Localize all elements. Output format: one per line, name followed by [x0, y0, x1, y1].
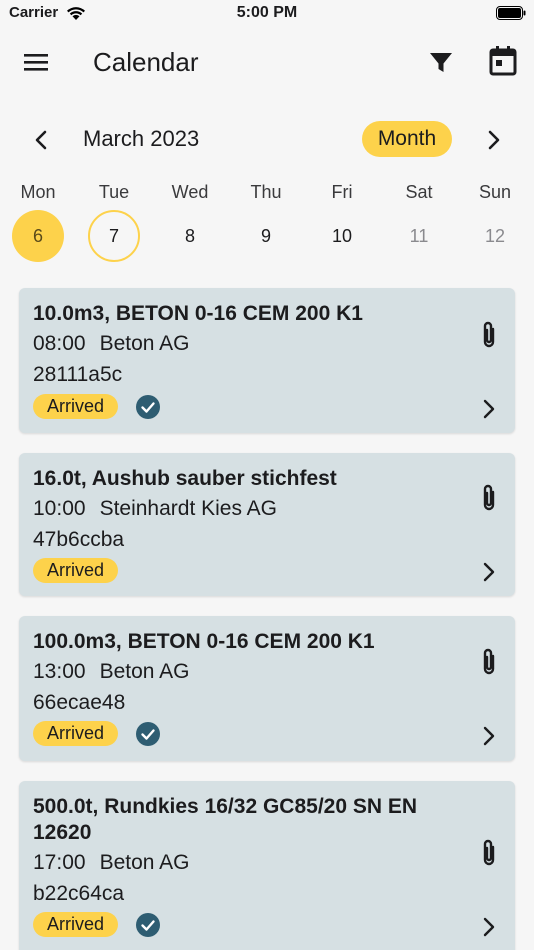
delivery-time: 13:00 [33, 660, 86, 683]
delivery-time-supplier: 08:00 Beton AG [33, 332, 189, 356]
delivery-title: 10.0m3, BETON 0-16 CEM 200 K1 [33, 302, 363, 325]
delivery-card[interactable]: 100.0m3, BETON 0-16 CEM 200 K1 13:00 Beto… [19, 616, 515, 761]
delivery-time: 17:00 [33, 851, 86, 874]
status-badge: Arrived [33, 912, 119, 937]
page-title: Calendar [93, 47, 199, 77]
calendar-icon[interactable] [487, 44, 519, 78]
status-badge: Arrived [33, 558, 119, 583]
day-column[interactable]: Thu 9 [228, 178, 304, 262]
week-strip: Mon 6 Tue 7 Wed 8 Thu 9 Fri 10 Sat 11 Su… [0, 178, 534, 268]
chevron-right-icon[interactable] [479, 560, 499, 584]
delivery-code: 47b6ccba [33, 528, 125, 551]
day-name: Fri [331, 182, 353, 202]
day-number[interactable]: 10 [316, 210, 368, 262]
day-name: Sat [405, 182, 433, 202]
delivery-card[interactable]: 10.0m3, BETON 0-16 CEM 200 K1 08:00 Beton… [19, 288, 515, 433]
day-column[interactable]: Tue 7 [76, 178, 152, 262]
day-number-today[interactable]: 7 [88, 210, 140, 262]
delivery-time: 08:00 [33, 332, 86, 355]
day-number-selected[interactable]: 6 [12, 210, 64, 262]
paperclip-icon[interactable] [477, 483, 501, 513]
day-name: Tue [98, 182, 130, 202]
delivery-time: 10:00 [33, 497, 86, 520]
delivery-time-supplier: 17:00 Beton AG [33, 851, 189, 875]
status-badge: Arrived [33, 721, 119, 746]
chevron-right-icon[interactable] [479, 397, 499, 421]
day-column[interactable]: Sun 12 [457, 178, 533, 262]
status-badge: Arrived [33, 394, 119, 419]
delivery-card[interactable]: 500.0t, Rundkies 16/32 GC85/20 SN EN 126… [19, 781, 515, 950]
status-time: 5:00 PM [236, 4, 298, 21]
delivery-code: 66ecae48 [33, 691, 126, 714]
day-number[interactable]: 8 [164, 210, 216, 262]
delivery-card[interactable]: 16.0t, Aushub sauber stichfest 10:00 Stei… [19, 453, 515, 596]
day-column[interactable]: Fri 10 [304, 178, 380, 262]
day-column[interactable]: Wed 8 [152, 178, 228, 262]
paperclip-icon[interactable] [477, 320, 501, 350]
day-number[interactable]: 12 [469, 210, 521, 262]
day-column[interactable]: Mon 6 [0, 178, 76, 262]
delivery-code: b22c64ca [33, 882, 125, 905]
day-name: Sun [478, 182, 512, 202]
view-mode-button[interactable]: Month [362, 121, 452, 157]
menu-icon[interactable] [18, 46, 54, 78]
chevron-right-icon[interactable] [479, 915, 499, 939]
delivery-supplier: Beton AG [99, 851, 190, 874]
paperclip-icon[interactable] [477, 647, 501, 677]
month-navigation: March 2023 Month [0, 118, 534, 162]
check-circle-icon [136, 395, 160, 419]
delivery-supplier: Steinhardt Kies AG [99, 497, 277, 520]
battery-icon [496, 6, 526, 20]
chevron-right-icon[interactable] [479, 126, 507, 154]
delivery-supplier: Beton AG [99, 332, 190, 355]
delivery-code: 28111a5c [33, 363, 123, 386]
check-circle-icon [136, 722, 160, 746]
day-name: Wed [171, 182, 209, 202]
chevron-left-icon[interactable] [28, 126, 56, 154]
delivery-title: 500.0t, Rundkies 16/32 GC85/20 SN EN 126… [33, 795, 418, 844]
delivery-title: 16.0t, Aushub sauber stichfest [33, 467, 337, 490]
status-bar: Carrier 5:00 PM [0, 0, 534, 30]
day-number[interactable]: 9 [240, 210, 292, 262]
paperclip-icon[interactable] [477, 838, 501, 868]
delivery-time-supplier: 10:00 Steinhardt Kies AG [33, 497, 277, 521]
delivery-title: 100.0m3, BETON 0-16 CEM 200 K1 [33, 630, 375, 653]
day-name: Mon [20, 182, 56, 202]
check-circle-icon [136, 913, 160, 937]
delivery-time-supplier: 13:00 Beton AG [33, 660, 189, 684]
day-number[interactable]: 11 [393, 210, 445, 262]
filter-icon[interactable] [426, 46, 456, 78]
day-name: Thu [250, 182, 282, 202]
delivery-supplier: Beton AG [99, 660, 190, 683]
app-bar: Calendar [0, 36, 534, 88]
chevron-right-icon[interactable] [479, 724, 499, 748]
month-label: March 2023 [83, 126, 200, 151]
day-column[interactable]: Sat 11 [381, 178, 457, 262]
